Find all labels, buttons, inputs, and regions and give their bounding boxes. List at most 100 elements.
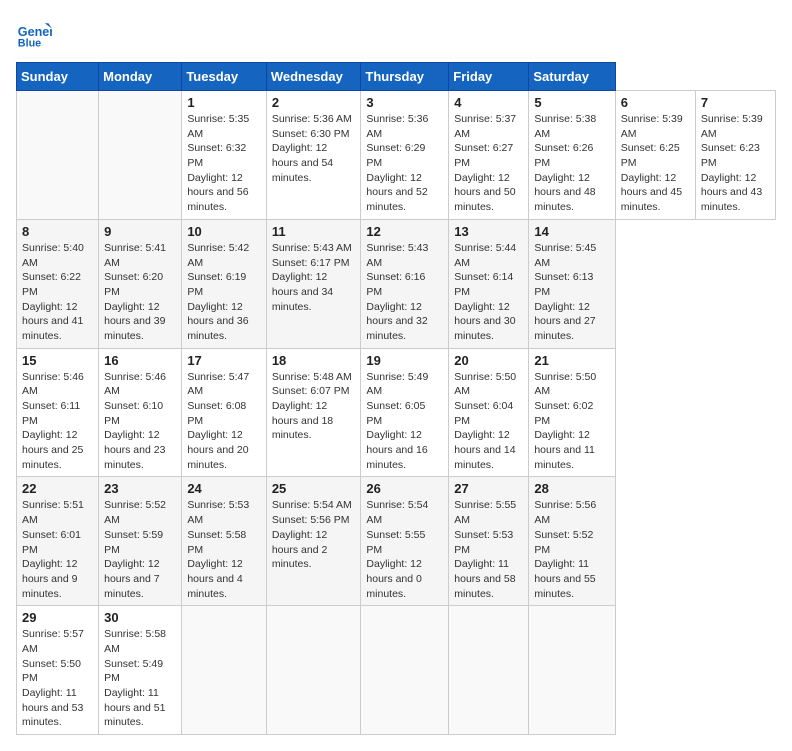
day-number: 28 bbox=[534, 481, 609, 496]
day-number: 11 bbox=[272, 224, 356, 239]
day-detail: Sunrise: 5:50 AMSunset: 6:02 PMDaylight:… bbox=[534, 370, 609, 473]
day-number: 3 bbox=[366, 95, 443, 110]
day-number: 16 bbox=[104, 353, 176, 368]
empty-cell bbox=[182, 606, 267, 735]
calendar-week-1: 1Sunrise: 5:35 AMSunset: 6:32 PMDaylight… bbox=[17, 91, 776, 220]
day-detail: Sunrise: 5:52 AMSunset: 5:59 PMDaylight:… bbox=[104, 498, 176, 601]
calendar-day-18: 18 Sunrise: 5:48 AMSunset: 6:07 PMDayligh… bbox=[266, 348, 361, 477]
calendar-day-16: 16 Sunrise: 5:46 AMSunset: 6:10 PMDayligh… bbox=[99, 348, 182, 477]
day-number: 9 bbox=[104, 224, 176, 239]
calendar-week-4: 22 Sunrise: 5:51 AMSunset: 6:01 PMDayligh… bbox=[17, 477, 776, 606]
day-detail: Sunrise: 5:42 AMSunset: 6:19 PMDaylight:… bbox=[187, 241, 261, 344]
calendar-day-17: 17Sunrise: 5:47 AMSunset: 6:08 PMDayligh… bbox=[182, 348, 267, 477]
logo-icon: General Blue bbox=[16, 16, 52, 52]
day-number: 2 bbox=[272, 95, 356, 110]
calendar-day-15: 15 Sunrise: 5:46 AMSunset: 6:11 PMDayligh… bbox=[17, 348, 99, 477]
calendar-day-20: 20Sunrise: 5:50 AMSunset: 6:04 PMDayligh… bbox=[449, 348, 529, 477]
calendar-week-3: 15 Sunrise: 5:46 AMSunset: 6:11 PMDayligh… bbox=[17, 348, 776, 477]
day-detail: Sunrise: 5:48 AMSunset: 6:07 PMDaylight:… bbox=[272, 370, 356, 443]
calendar-day-1: 1Sunrise: 5:35 AMSunset: 6:32 PMDaylight… bbox=[182, 91, 267, 220]
weekday-header-tuesday: Tuesday bbox=[182, 63, 267, 91]
day-detail: Sunrise: 5:41 AMSunset: 6:20 PMDaylight:… bbox=[104, 241, 176, 344]
page-header: General Blue bbox=[16, 16, 776, 52]
empty-cell bbox=[99, 91, 182, 220]
svg-text:Blue: Blue bbox=[18, 38, 41, 50]
weekday-header-friday: Friday bbox=[449, 63, 529, 91]
day-number: 19 bbox=[366, 353, 443, 368]
day-number: 27 bbox=[454, 481, 523, 496]
day-number: 17 bbox=[187, 353, 261, 368]
day-detail: Sunrise: 5:51 AMSunset: 6:01 PMDaylight:… bbox=[22, 498, 93, 601]
calendar-day-28: 28Sunrise: 5:56 AMSunset: 5:52 PMDayligh… bbox=[529, 477, 615, 606]
calendar-day-3: 3 Sunrise: 5:36 AMSunset: 6:29 PMDaylight… bbox=[361, 91, 449, 220]
day-number: 14 bbox=[534, 224, 609, 239]
day-number: 24 bbox=[187, 481, 261, 496]
day-detail: Sunrise: 5:55 AMSunset: 5:53 PMDaylight:… bbox=[454, 498, 523, 601]
day-detail: Sunrise: 5:38 AMSunset: 6:26 PMDaylight:… bbox=[534, 112, 609, 215]
weekday-header-monday: Monday bbox=[99, 63, 182, 91]
day-detail: Sunrise: 5:57 AMSunset: 5:50 PMDaylight:… bbox=[22, 627, 93, 730]
day-detail: Sunrise: 5:39 AMSunset: 6:23 PMDaylight:… bbox=[701, 112, 770, 215]
empty-cell bbox=[529, 606, 615, 735]
day-number: 6 bbox=[621, 95, 690, 110]
day-detail: Sunrise: 5:43 AMSunset: 6:17 PMDaylight:… bbox=[272, 241, 356, 314]
calendar-day-12: 12 Sunrise: 5:43 AMSunset: 6:16 PMDayligh… bbox=[361, 219, 449, 348]
calendar-day-14: 14 Sunrise: 5:45 AMSunset: 6:13 PMDayligh… bbox=[529, 219, 615, 348]
day-number: 22 bbox=[22, 481, 93, 496]
day-number: 13 bbox=[454, 224, 523, 239]
calendar-day-7: 7 Sunrise: 5:39 AMSunset: 6:23 PMDaylight… bbox=[695, 91, 775, 220]
day-detail: Sunrise: 5:53 AMSunset: 5:58 PMDaylight:… bbox=[187, 498, 261, 601]
calendar-week-2: 8Sunrise: 5:40 AMSunset: 6:22 PMDaylight… bbox=[17, 219, 776, 348]
calendar-table: SundayMondayTuesdayWednesdayThursdayFrid… bbox=[16, 62, 776, 735]
day-detail: Sunrise: 5:46 AMSunset: 6:11 PMDaylight:… bbox=[22, 370, 93, 473]
empty-cell bbox=[449, 606, 529, 735]
calendar-day-22: 22 Sunrise: 5:51 AMSunset: 6:01 PMDayligh… bbox=[17, 477, 99, 606]
calendar-day-30: 30 Sunrise: 5:58 AMSunset: 5:49 PMDayligh… bbox=[99, 606, 182, 735]
calendar-day-29: 29 Sunrise: 5:57 AMSunset: 5:50 PMDayligh… bbox=[17, 606, 99, 735]
svg-text:General: General bbox=[18, 25, 52, 39]
weekday-header-wednesday: Wednesday bbox=[266, 63, 361, 91]
day-detail: Sunrise: 5:46 AMSunset: 6:10 PMDaylight:… bbox=[104, 370, 176, 473]
day-number: 5 bbox=[534, 95, 609, 110]
day-number: 30 bbox=[104, 610, 176, 625]
day-detail: Sunrise: 5:36 AMSunset: 6:29 PMDaylight:… bbox=[366, 112, 443, 215]
day-detail: Sunrise: 5:40 AMSunset: 6:22 PMDaylight:… bbox=[22, 241, 93, 344]
calendar-week-5: 29 Sunrise: 5:57 AMSunset: 5:50 PMDayligh… bbox=[17, 606, 776, 735]
day-number: 7 bbox=[701, 95, 770, 110]
day-number: 21 bbox=[534, 353, 609, 368]
day-number: 15 bbox=[22, 353, 93, 368]
day-number: 26 bbox=[366, 481, 443, 496]
day-number: 25 bbox=[272, 481, 356, 496]
calendar-day-26: 26 Sunrise: 5:54 AMSunset: 5:55 PMDayligh… bbox=[361, 477, 449, 606]
day-detail: Sunrise: 5:45 AMSunset: 6:13 PMDaylight:… bbox=[534, 241, 609, 344]
day-number: 12 bbox=[366, 224, 443, 239]
day-detail: Sunrise: 5:43 AMSunset: 6:16 PMDaylight:… bbox=[366, 241, 443, 344]
calendar-day-24: 24 Sunrise: 5:53 AMSunset: 5:58 PMDayligh… bbox=[182, 477, 267, 606]
calendar-day-4: 4Sunrise: 5:37 AMSunset: 6:27 PMDaylight… bbox=[449, 91, 529, 220]
empty-cell bbox=[361, 606, 449, 735]
weekday-header-sunday: Sunday bbox=[17, 63, 99, 91]
day-detail: Sunrise: 5:35 AMSunset: 6:32 PMDaylight:… bbox=[187, 112, 261, 215]
day-number: 20 bbox=[454, 353, 523, 368]
weekday-header-thursday: Thursday bbox=[361, 63, 449, 91]
day-detail: Sunrise: 5:58 AMSunset: 5:49 PMDaylight:… bbox=[104, 627, 176, 730]
weekday-header-saturday: Saturday bbox=[529, 63, 615, 91]
day-number: 18 bbox=[272, 353, 356, 368]
day-detail: Sunrise: 5:44 AMSunset: 6:14 PMDaylight:… bbox=[454, 241, 523, 344]
calendar-day-2: 2 Sunrise: 5:36 AMSunset: 6:30 PMDaylight… bbox=[266, 91, 361, 220]
day-number: 29 bbox=[22, 610, 93, 625]
day-detail: Sunrise: 5:54 AMSunset: 5:55 PMDaylight:… bbox=[366, 498, 443, 601]
day-number: 23 bbox=[104, 481, 176, 496]
calendar-day-11: 11 Sunrise: 5:43 AMSunset: 6:17 PMDayligh… bbox=[266, 219, 361, 348]
calendar-day-23: 23 Sunrise: 5:52 AMSunset: 5:59 PMDayligh… bbox=[99, 477, 182, 606]
logo: General Blue bbox=[16, 16, 52, 52]
day-detail: Sunrise: 5:36 AMSunset: 6:30 PMDaylight:… bbox=[272, 112, 356, 185]
calendar-day-21: 21 Sunrise: 5:50 AMSunset: 6:02 PMDayligh… bbox=[529, 348, 615, 477]
day-number: 10 bbox=[187, 224, 261, 239]
empty-cell bbox=[266, 606, 361, 735]
empty-cell bbox=[17, 91, 99, 220]
calendar-day-10: 10 Sunrise: 5:42 AMSunset: 6:19 PMDayligh… bbox=[182, 219, 267, 348]
day-detail: Sunrise: 5:49 AMSunset: 6:05 PMDaylight:… bbox=[366, 370, 443, 473]
calendar-day-25: 25Sunrise: 5:54 AMSunset: 5:56 PMDayligh… bbox=[266, 477, 361, 606]
calendar-day-9: 9 Sunrise: 5:41 AMSunset: 6:20 PMDaylight… bbox=[99, 219, 182, 348]
